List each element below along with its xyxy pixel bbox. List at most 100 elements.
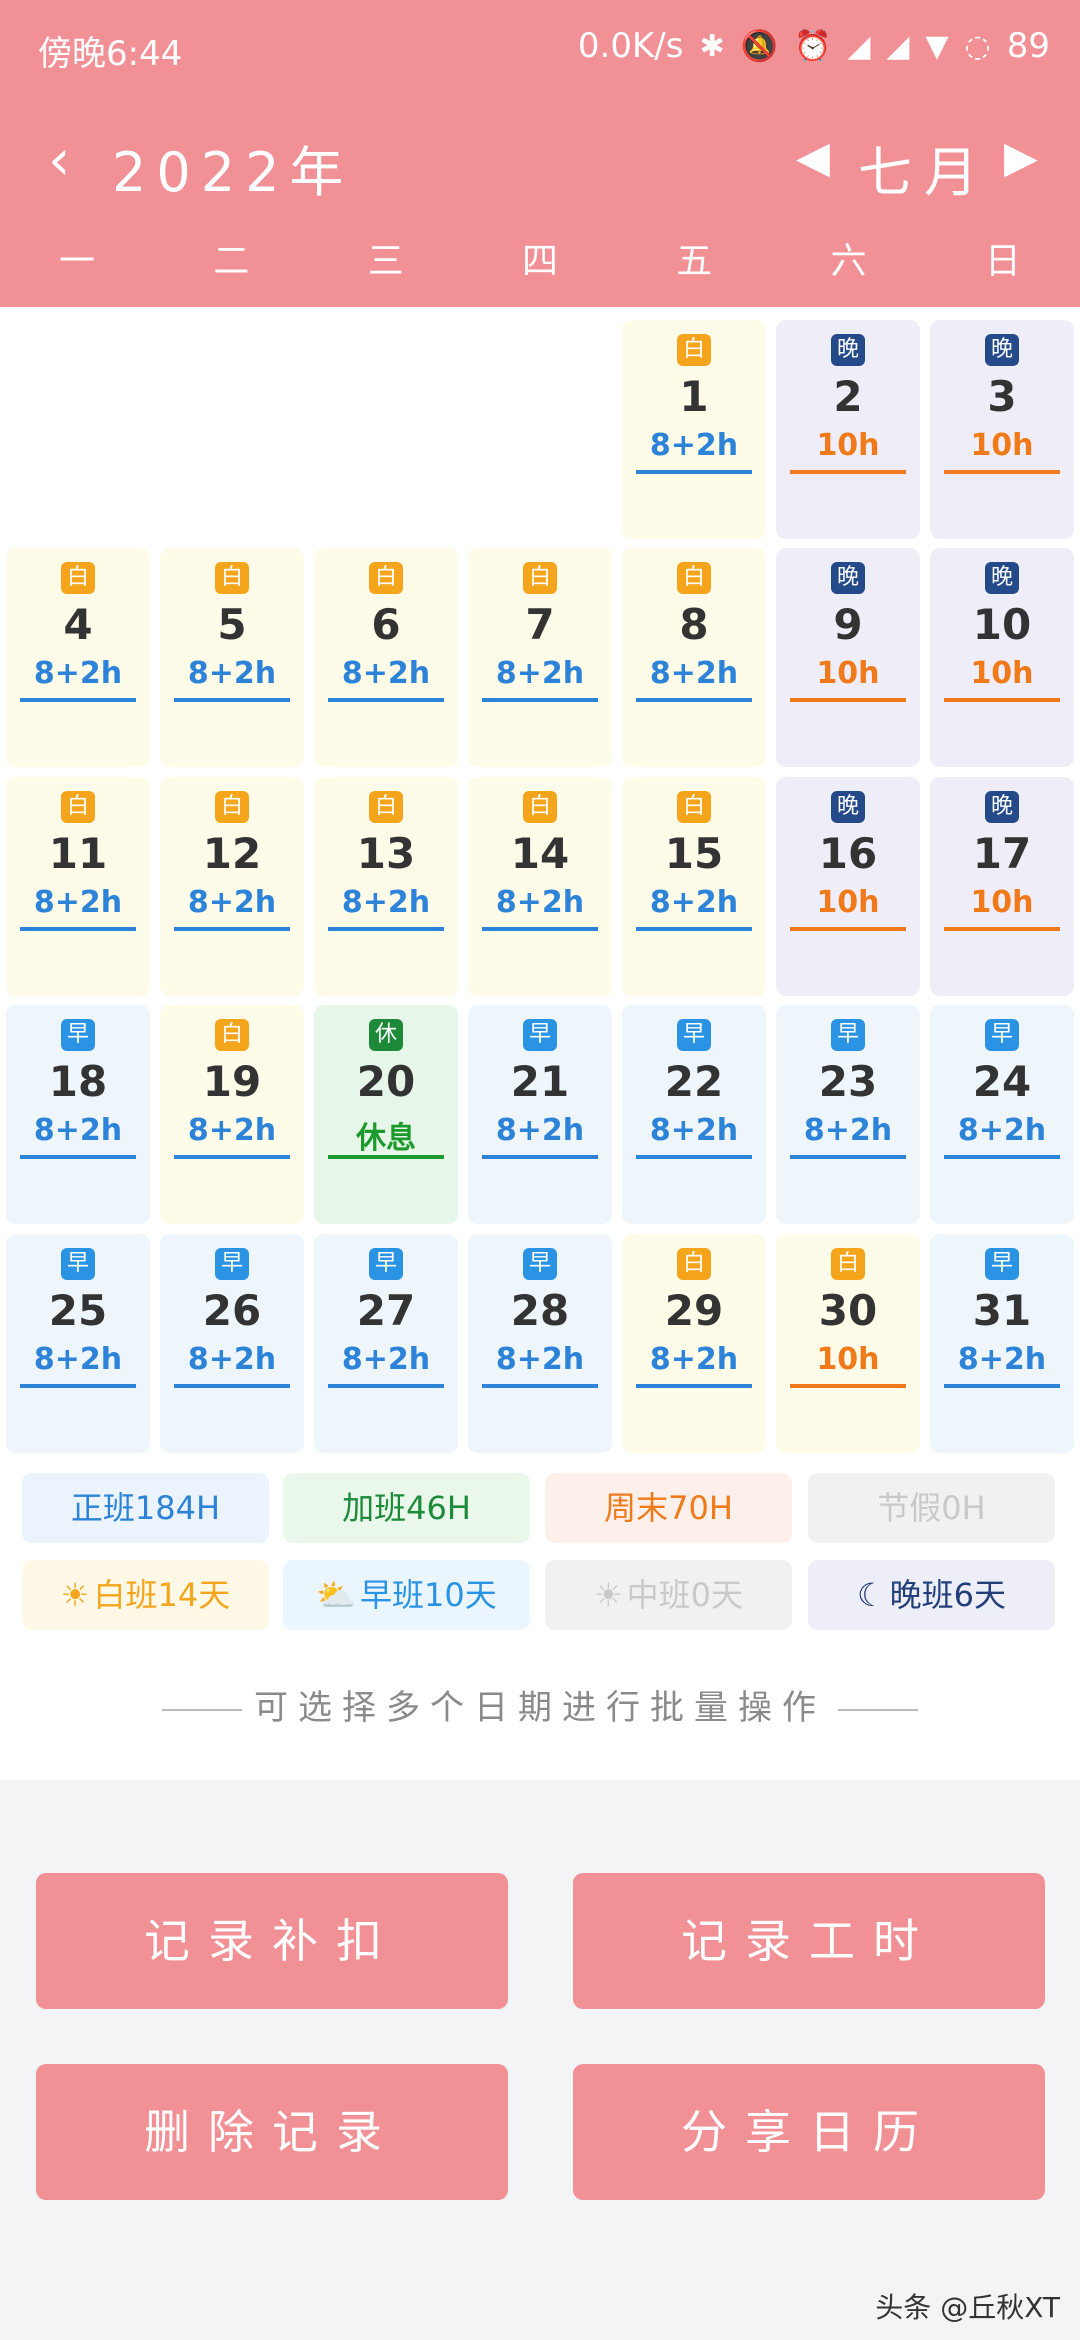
shift-tag: 白 <box>523 562 557 594</box>
day-number: 31 <box>972 1286 1032 1335</box>
sun-gray-icon: ☀ <box>593 1576 623 1614</box>
month-label[interactable]: 七月 <box>858 128 990 207</box>
delete-record-button[interactable]: 删除记录 <box>36 2064 508 2200</box>
year-label[interactable]: 2022年 <box>112 128 353 207</box>
day-hours: 8+2h <box>649 656 739 691</box>
day-number: 8 <box>679 600 709 649</box>
hours-underline <box>636 698 752 702</box>
calendar-day[interactable]: 白 13 8+2h <box>314 777 458 996</box>
day-hours: 10h <box>970 885 1034 920</box>
calendar-day[interactable]: 白 4 8+2h <box>6 548 150 767</box>
calendar-day[interactable]: 白 5 8+2h <box>160 548 304 767</box>
day-hours: 8+2h <box>341 1342 431 1377</box>
calendar-day[interactable]: 晚 3 10h <box>930 320 1074 539</box>
weekday-label: 五 <box>676 241 713 282</box>
day-hours: 8+2h <box>33 1342 123 1377</box>
wifi-icon: ▼ <box>925 28 949 64</box>
calendar-day[interactable]: 早 18 8+2h <box>6 1005 150 1224</box>
day-hours: 10h <box>970 428 1034 463</box>
day-hours: 8+2h <box>957 1342 1047 1377</box>
day-number: 19 <box>202 1057 262 1106</box>
calendar-day[interactable]: 白 7 8+2h <box>468 548 612 767</box>
calendar-day[interactable]: 早 31 8+2h <box>930 1234 1074 1453</box>
shift-tag: 白 <box>369 791 403 823</box>
hours-underline <box>636 470 752 474</box>
calendar-day[interactable]: 白 15 8+2h <box>622 777 766 996</box>
calendar-day[interactable]: 晚 10 10h <box>930 548 1074 767</box>
day-hours: 8+2h <box>495 656 585 691</box>
day-number: 26 <box>202 1286 262 1335</box>
hours-underline <box>174 927 290 931</box>
day-number: 25 <box>48 1286 108 1335</box>
calendar-day[interactable]: 白 6 8+2h <box>314 548 458 767</box>
calendar-day[interactable]: 早 26 8+2h <box>160 1234 304 1453</box>
calendar-day[interactable]: 晚 2 10h <box>776 320 920 539</box>
day-number: 27 <box>356 1286 416 1335</box>
calendar-day[interactable]: 早 21 8+2h <box>468 1005 612 1224</box>
divider <box>838 1708 918 1711</box>
calendar-day[interactable]: 早 24 8+2h <box>930 1005 1074 1224</box>
overtime-label: 加班46H <box>342 1489 471 1527</box>
triangle-left-icon[interactable]: ◀ <box>796 132 830 183</box>
day-hours: 8+2h <box>187 1113 277 1148</box>
signal-icon: ◢ <box>847 28 871 64</box>
shift-tag: 白 <box>677 334 711 366</box>
calendar-day[interactable]: 白 14 8+2h <box>468 777 612 996</box>
calendar-day[interactable]: 白 19 8+2h <box>160 1005 304 1224</box>
shift-tag: 白 <box>215 791 249 823</box>
record-deduction-button[interactable]: 记录补扣 <box>36 1873 508 2009</box>
day-hours: 8+2h <box>495 885 585 920</box>
hours-underline <box>174 1155 290 1159</box>
calendar-day[interactable]: 早 22 8+2h <box>622 1005 766 1224</box>
calendar-day[interactable]: 早 27 8+2h <box>314 1234 458 1453</box>
middle-shift-stat: ☀ 中班0天 <box>545 1560 792 1630</box>
calendar-day[interactable]: 白 1 8+2h <box>622 320 766 539</box>
calendar-day[interactable]: 白 29 8+2h <box>622 1234 766 1453</box>
weekday-label: 四 <box>521 241 558 282</box>
chevron-left-icon[interactable]: ‹ <box>48 128 70 193</box>
calendar-day[interactable]: 白 30 10h <box>776 1234 920 1453</box>
day-number: 16 <box>818 829 878 878</box>
shift-tag: 白 <box>215 562 249 594</box>
weekend-stat: 周末70H <box>545 1473 792 1543</box>
calendar-day[interactable]: 白 11 8+2h <box>6 777 150 996</box>
calendar-day[interactable]: 晚 9 10h <box>776 548 920 767</box>
day-shift-label: 白班14天 <box>93 1576 231 1614</box>
alarm-icon: ⏰ <box>793 28 832 64</box>
triangle-right-icon[interactable]: ▶ <box>1004 132 1038 183</box>
day-number: 22 <box>664 1057 724 1106</box>
calendar-day[interactable]: 早 28 8+2h <box>468 1234 612 1453</box>
signal-icon: ◢ <box>886 28 910 64</box>
weekend-label: 周末70H <box>604 1489 733 1527</box>
hours-underline <box>328 1384 444 1388</box>
calendar-day[interactable]: 晚 16 10h <box>776 777 920 996</box>
share-calendar-button[interactable]: 分享日历 <box>573 2064 1045 2200</box>
calendar-day[interactable]: 晚 17 10h <box>930 777 1074 996</box>
status-bar: 傍晚6:44 0.0K/s ✱ 🔕 ⏰ ◢ ◢ ▼ ◌ 89 <box>0 0 1080 96</box>
day-hours: 8+2h <box>33 1113 123 1148</box>
shift-tag: 早 <box>61 1248 95 1280</box>
divider <box>162 1708 242 1711</box>
hours-underline <box>174 1384 290 1388</box>
day-number: 13 <box>356 829 416 878</box>
calendar-day[interactable]: 休 20 休息 <box>314 1005 458 1224</box>
day-hours: 8+2h <box>649 885 739 920</box>
hours-underline <box>636 927 752 931</box>
record-hours-button[interactable]: 记录工时 <box>573 1873 1045 2009</box>
hours-underline <box>328 1155 444 1159</box>
day-number: 23 <box>818 1057 878 1106</box>
shift-tag: 白 <box>677 1248 711 1280</box>
weekday-header: 一 二 三 四 五 六 日 <box>0 232 1080 288</box>
calendar-day[interactable]: 白 12 8+2h <box>160 777 304 996</box>
calendar-day[interactable]: 早 23 8+2h <box>776 1005 920 1224</box>
hours-underline <box>944 698 1060 702</box>
calendar-day[interactable]: 早 25 8+2h <box>6 1234 150 1453</box>
shift-tag: 晚 <box>831 791 865 823</box>
day-number: 18 <box>48 1057 108 1106</box>
day-number: 6 <box>371 600 401 649</box>
shift-tag: 晚 <box>831 562 865 594</box>
shift-tag: 晚 <box>831 334 865 366</box>
calendar-day[interactable]: 白 8 8+2h <box>622 548 766 767</box>
day-hours: 8+2h <box>649 428 739 463</box>
day-number: 21 <box>510 1057 570 1106</box>
